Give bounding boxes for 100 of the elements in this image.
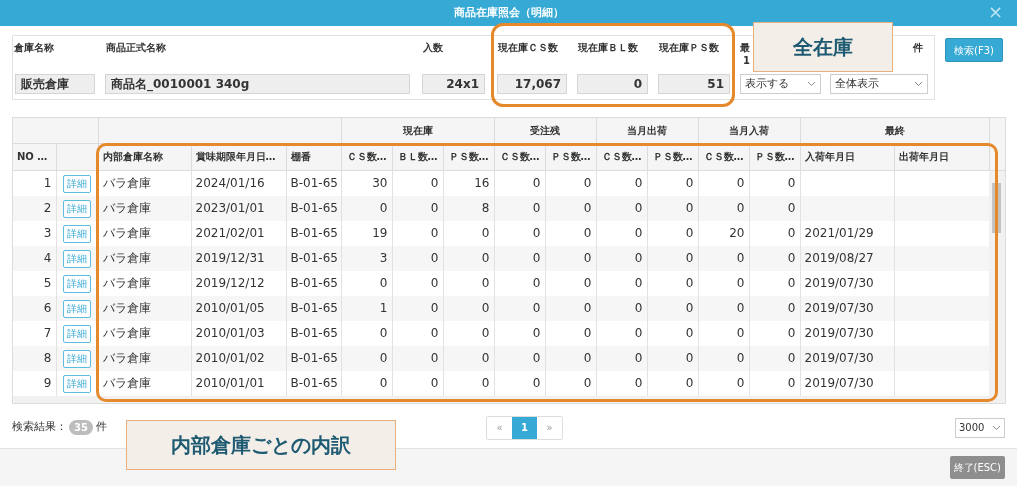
chevron-down-icon bbox=[807, 81, 816, 87]
table-cell: 0 bbox=[749, 170, 800, 196]
table-cell: 0 bbox=[749, 320, 800, 346]
table-cell: 0 bbox=[341, 320, 392, 346]
field-label: 商品正式名称 bbox=[106, 41, 166, 55]
table-cell: バラ倉庫 bbox=[98, 245, 191, 271]
table-cell: 0 bbox=[494, 195, 545, 221]
result-count: 35 bbox=[69, 420, 93, 435]
table-cell: 0 bbox=[545, 195, 596, 221]
table-cell: 0 bbox=[443, 370, 494, 396]
dropdown[interactable]: 全体表示 bbox=[830, 74, 928, 94]
table-cell: 1 bbox=[341, 295, 392, 321]
field-label: 現在庫ＰＳ数 bbox=[659, 41, 719, 55]
table-cell: 0 bbox=[596, 345, 647, 371]
table-cell: 0 bbox=[392, 170, 443, 196]
table-cell: 2019/07/30 bbox=[800, 320, 894, 346]
table-cell: B-01-65 bbox=[286, 170, 341, 196]
column-header[interactable]: 賞味期限年月日… bbox=[191, 143, 286, 170]
table-cell: 0 bbox=[647, 370, 698, 396]
horizontal-scrollbar[interactable] bbox=[13, 395, 1005, 403]
text-field[interactable]: 0 bbox=[577, 74, 648, 94]
column-header[interactable]: ＰＳ数… bbox=[545, 143, 597, 170]
table-cell: 3 bbox=[341, 245, 392, 271]
table-cell: 0 bbox=[647, 245, 698, 271]
table-cell: 19 bbox=[341, 220, 392, 246]
field-label: 入数 bbox=[423, 41, 443, 55]
column-header[interactable]: ＣＳ数… bbox=[494, 143, 546, 170]
table-cell: B-01-65 bbox=[286, 195, 341, 221]
table-cell: 0 bbox=[494, 295, 545, 321]
table-cell: 4 bbox=[13, 245, 56, 271]
column-header[interactable]: 棚番 bbox=[286, 143, 341, 170]
table-cell: 0 bbox=[392, 220, 443, 246]
chevron-down-icon bbox=[992, 424, 1001, 431]
text-field[interactable]: 商品名_0010001 340g bbox=[105, 74, 410, 94]
table-cell: 2 bbox=[13, 195, 56, 221]
table-cell: 0 bbox=[647, 195, 698, 221]
table-cell: 0 bbox=[596, 270, 647, 296]
text-field[interactable]: 24x1 bbox=[422, 74, 485, 94]
scrollbar-thumb[interactable] bbox=[992, 182, 1001, 233]
table-cell: 0 bbox=[596, 295, 647, 321]
dropdown[interactable]: 表示する bbox=[740, 74, 821, 94]
table-cell: B-01-65 bbox=[286, 320, 341, 346]
field-label: 件 bbox=[913, 41, 923, 55]
callout: 内部倉庫ごとの内訳 bbox=[126, 420, 396, 470]
table-cell: 0 bbox=[545, 320, 596, 346]
table-cell: 0 bbox=[392, 270, 443, 296]
table-cell: 0 bbox=[596, 320, 647, 346]
text-field[interactable]: 販売倉庫 bbox=[15, 74, 95, 94]
table-cell: 0 bbox=[749, 220, 800, 246]
column-header[interactable]: ＰＳ数… bbox=[647, 143, 699, 170]
table-cell: バラ倉庫 bbox=[98, 345, 191, 371]
table-cell: 0 bbox=[392, 345, 443, 371]
table-cell: 0 bbox=[443, 295, 494, 321]
column-group-header: 最終 bbox=[800, 118, 990, 143]
field-label: 最 bbox=[740, 41, 750, 55]
column-header[interactable]: 入荷年月日 bbox=[800, 143, 895, 170]
table-cell: 0 bbox=[647, 295, 698, 321]
table-cell: 0 bbox=[749, 345, 800, 371]
table-cell: 0 bbox=[647, 220, 698, 246]
column-header[interactable]: ＢＬ数… bbox=[392, 143, 443, 170]
column-header[interactable]: ＣＳ数… bbox=[596, 143, 648, 170]
table-cell: バラ倉庫 bbox=[98, 320, 191, 346]
field-label: 倉庫名称 bbox=[14, 41, 54, 55]
table-cell: 0 bbox=[392, 320, 443, 346]
table-cell: B-01-65 bbox=[286, 345, 341, 371]
table-cell: 0 bbox=[494, 270, 545, 296]
column-group-header: 現在庫 bbox=[341, 118, 495, 143]
callout: 全在庫 bbox=[753, 22, 893, 72]
table-cell: 2024/01/16 bbox=[191, 170, 286, 196]
column-header[interactable]: ＰＳ数… bbox=[749, 143, 801, 170]
table-cell: バラ倉庫 bbox=[98, 170, 191, 196]
page-size-dropdown[interactable]: 3000 bbox=[955, 417, 1005, 438]
table-cell: 0 bbox=[749, 245, 800, 271]
column-header[interactable]: ＰＳ数… bbox=[443, 143, 495, 170]
table-cell: バラ倉庫 bbox=[98, 270, 191, 296]
table-cell: 0 bbox=[698, 195, 749, 221]
table-cell: 0 bbox=[545, 170, 596, 196]
text-field[interactable]: 17,067 bbox=[497, 74, 567, 94]
column-header[interactable]: ＣＳ数… bbox=[341, 143, 392, 170]
table-cell: 9 bbox=[13, 370, 56, 396]
column-header[interactable]: 内部倉庫名称 bbox=[98, 143, 191, 170]
table-cell: 2019/07/30 bbox=[800, 270, 894, 296]
table-cell: 0 bbox=[698, 370, 749, 396]
table-cell: 16 bbox=[443, 170, 494, 196]
table-cell: 2021/02/01 bbox=[191, 220, 286, 246]
table-cell: 0 bbox=[494, 170, 545, 196]
table-cell: 0 bbox=[698, 295, 749, 321]
table-cell: 0 bbox=[545, 220, 596, 246]
table-cell: 5 bbox=[13, 270, 56, 296]
chevron-down-icon bbox=[914, 81, 923, 87]
column-header[interactable]: NO … bbox=[13, 143, 56, 170]
table-cell: B-01-65 bbox=[286, 220, 341, 246]
column-header[interactable]: ＣＳ数… bbox=[698, 143, 750, 170]
table-cell: 6 bbox=[13, 295, 56, 321]
table-cell: 2010/01/01 bbox=[191, 370, 286, 396]
table-cell: 2019/08/27 bbox=[800, 245, 894, 271]
table-cell: 20 bbox=[698, 220, 749, 246]
text-field[interactable]: 51 bbox=[658, 74, 730, 94]
column-header[interactable]: 出荷年月日 bbox=[894, 143, 990, 170]
table-cell: 0 bbox=[647, 270, 698, 296]
